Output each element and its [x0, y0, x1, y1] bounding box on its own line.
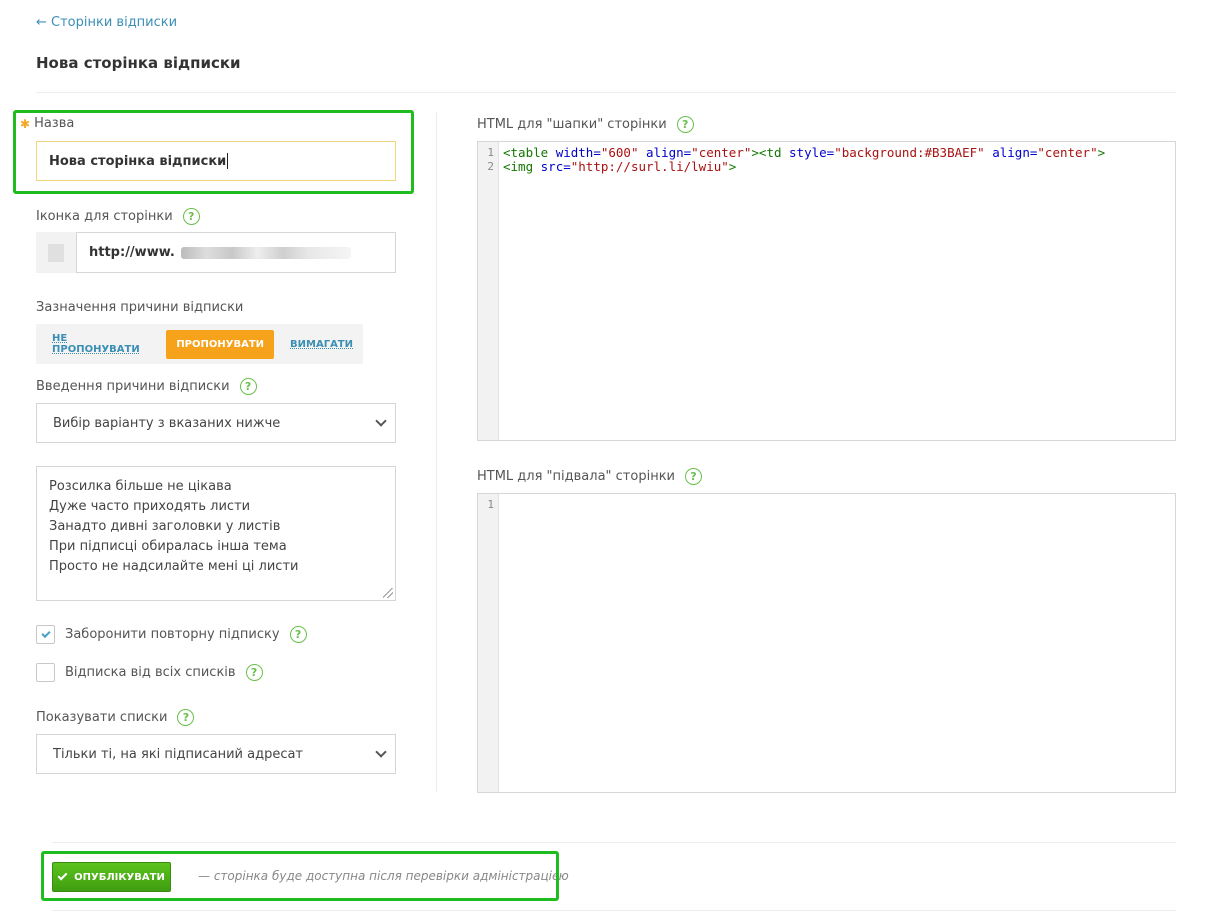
divider — [36, 92, 1176, 93]
show-lists-label: Показувати списки ? — [36, 709, 195, 726]
chevron-down-icon — [375, 746, 387, 758]
reason-mode-switch: Не пропонувати Пропонувати Вимагати — [36, 324, 363, 364]
reason-mode-label-text: Зазначення причини відписки — [36, 300, 244, 315]
forbid-resubscribe-checkbox[interactable] — [36, 625, 55, 644]
checkmark-icon — [40, 628, 51, 638]
blurred-url-part — [180, 246, 351, 259]
header-html-label: HTML для "шапки" сторінки ? — [477, 116, 694, 133]
page-icon-preview — [36, 232, 76, 273]
header-html-editor[interactable]: 1 2 <table width="600" align="center"><t… — [477, 141, 1176, 441]
reason-input-selected: Вибір варіанту з вказаних нижче — [53, 415, 281, 431]
help-icon[interactable]: ? — [685, 468, 702, 485]
reason-line: При підписці обиралась інша тема — [49, 539, 287, 554]
help-icon[interactable]: ? — [289, 626, 307, 643]
header-html-code: <table width="600" align="center"><td st… — [503, 145, 1106, 174]
icon-url-input[interactable]: http://www. — [76, 232, 396, 273]
reason-line: Розсилка більше не цікава — [49, 479, 232, 494]
reason-input-select[interactable]: Вибір варіанту з вказаних нижче — [36, 403, 396, 443]
divider — [52, 910, 1176, 911]
header-html-label-text: HTML для "шапки" сторінки — [477, 117, 667, 132]
footer-html-label-text: HTML для "підвала" сторінки — [477, 469, 675, 484]
reason-mode-label: Зазначення причини відписки — [36, 300, 243, 315]
show-lists-selected: Тільки ті, на які підписаний адресат — [53, 746, 304, 762]
reason-mode-option-offer[interactable]: Пропонувати — [166, 329, 275, 359]
back-link[interactable]: ← Сторінки відписки — [36, 15, 177, 30]
help-icon[interactable]: ? — [239, 378, 257, 395]
icon-label-text: Іконка для сторінки — [36, 209, 173, 224]
forbid-resubscribe-label: Заборонити повторну підписку — [65, 627, 280, 642]
reason-input-label: Введення причини відписки ? — [36, 378, 257, 395]
highlight-box-publish — [41, 851, 559, 901]
line-number: 1 — [487, 498, 494, 511]
line-number-gutter: 1 2 — [478, 142, 499, 440]
reason-input-label-text: Введення причини відписки — [36, 379, 230, 394]
chevron-down-icon — [375, 415, 387, 427]
show-lists-label-text: Показувати списки — [36, 710, 168, 725]
forbid-resubscribe-row: Заборонити повторну підписку ? — [36, 625, 307, 644]
resize-handle[interactable] — [383, 588, 393, 598]
help-icon[interactable]: ? — [182, 208, 200, 225]
line-number: 1 — [487, 146, 494, 159]
page-title: Нова сторінка відписки — [36, 54, 241, 72]
help-icon[interactable]: ? — [676, 116, 694, 133]
show-lists-select[interactable]: Тільки ті, на які підписаний адресат — [36, 734, 396, 774]
icon-label: Іконка для сторінки ? — [36, 208, 200, 225]
reason-line: Занадто дивні заголовки у листів — [49, 519, 281, 534]
reasons-textarea[interactable]: Розсилка більше не цікава Дуже часто при… — [36, 466, 396, 601]
icon-url-group: http://www. — [36, 232, 396, 273]
icon-url-value: http://www. — [89, 245, 175, 260]
line-number: 2 — [487, 160, 494, 173]
footer-html-label: HTML для "підвала" сторінки ? — [477, 468, 702, 485]
line-number-gutter: 1 — [478, 494, 499, 792]
unsubscribe-all-row: Відписка від всіх списків ? — [36, 663, 263, 682]
reason-line: Дуже часто приходять листи — [49, 499, 251, 514]
unsubscribe-all-label: Відписка від всіх списків — [65, 665, 236, 680]
column-divider — [436, 112, 437, 792]
unsubscribe-all-checkbox[interactable] — [36, 663, 55, 682]
footer-html-editor[interactable]: 1 — [477, 493, 1176, 793]
reason-line: Просто не надсилайте мені ці листи — [49, 559, 299, 574]
help-icon[interactable]: ? — [245, 664, 263, 681]
help-icon[interactable]: ? — [177, 709, 195, 726]
reason-mode-option-require[interactable]: Вимагати — [280, 330, 363, 359]
favicon-placeholder-icon — [48, 243, 64, 262]
highlight-box-name — [13, 110, 414, 194]
divider — [52, 842, 1176, 843]
reason-mode-option-none[interactable]: Не пропонувати — [42, 330, 160, 359]
